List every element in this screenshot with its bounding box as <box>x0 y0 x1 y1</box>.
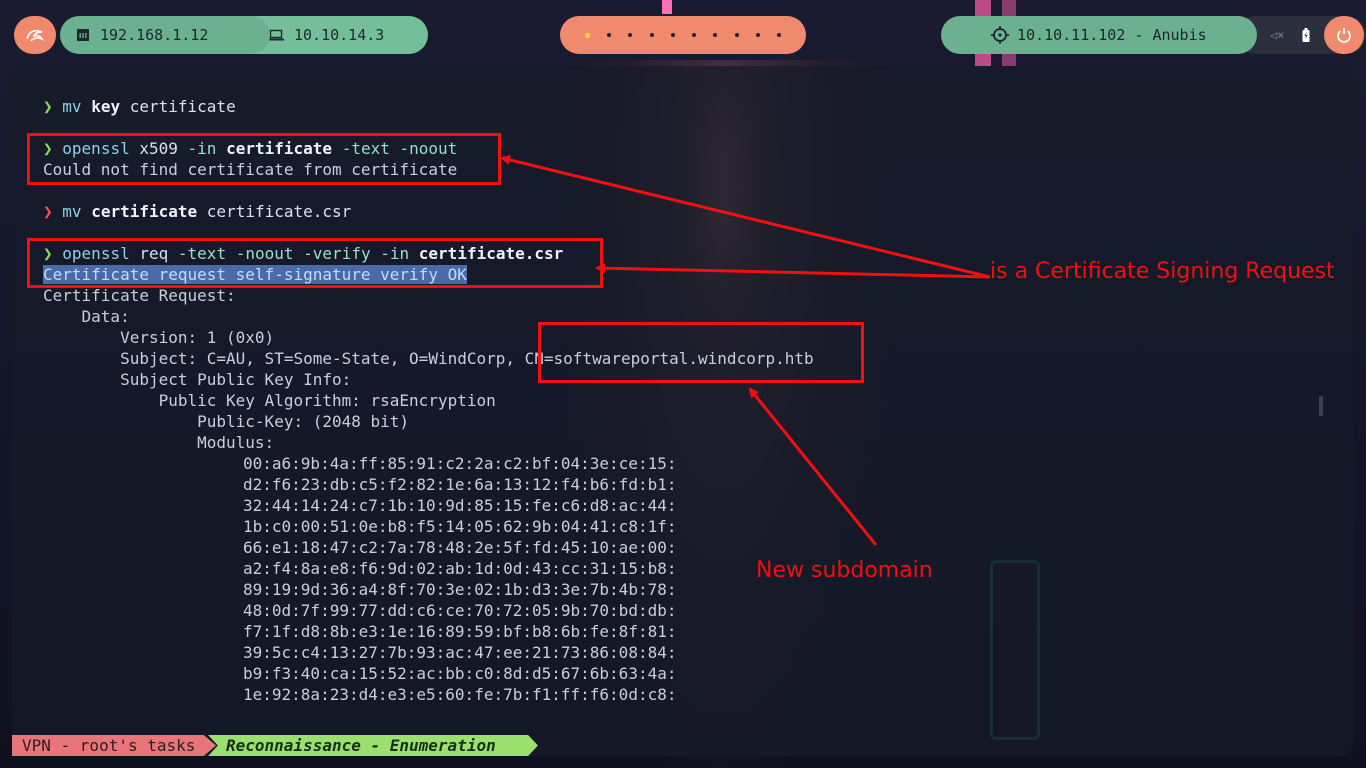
arrow-to-x509 <box>500 155 991 279</box>
annotation-csr-note: is a Certificate Signing Request <box>990 259 1335 284</box>
status-window[interactable]: Reconnaissance - Enumeration <box>208 735 538 756</box>
annotation-arrows <box>500 155 991 546</box>
arrow-to-cn <box>748 387 878 546</box>
annotation-subdomain-note: New subdomain <box>756 558 933 583</box>
tmux-status-bar: VPN - root's tasks Reconnaissance - Enum… <box>12 735 538 756</box>
status-session[interactable]: VPN - root's tasks <box>12 735 216 756</box>
arrow-to-req <box>595 263 991 279</box>
